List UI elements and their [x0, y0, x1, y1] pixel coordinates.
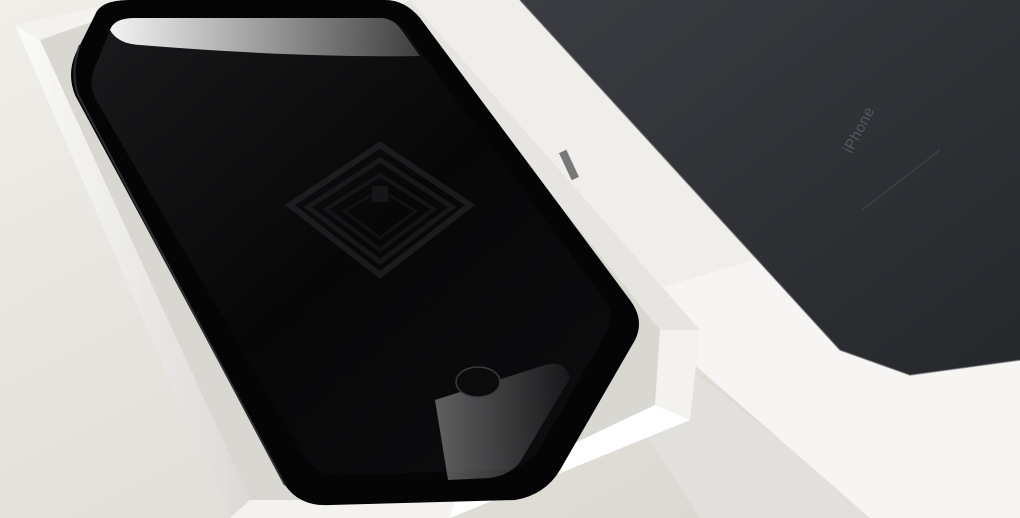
photo-canvas	[0, 0, 1020, 518]
photo-scene: iPhone	[0, 0, 1020, 518]
home-button-icon	[455, 366, 501, 398]
